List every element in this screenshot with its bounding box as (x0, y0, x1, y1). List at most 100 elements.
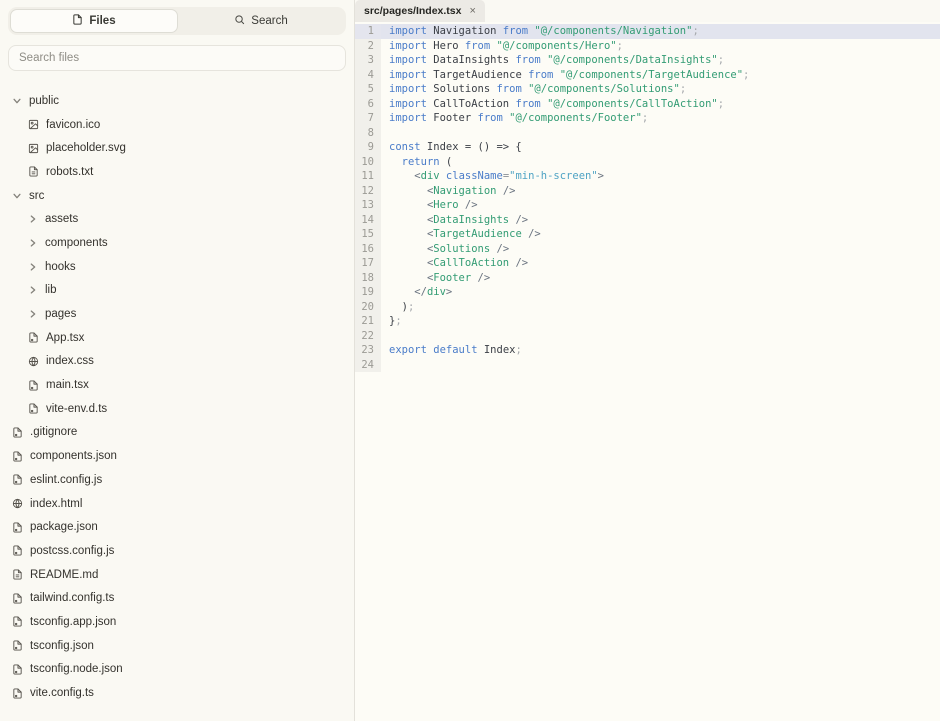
chevron-right-icon (28, 309, 38, 319)
code-line-19[interactable]: 19 </div> (355, 285, 940, 300)
line-number: 7 (355, 111, 381, 126)
code-line-6[interactable]: 6 import CallToAction from "@/components/… (355, 96, 940, 111)
search-files-input[interactable] (8, 45, 346, 71)
tree-item-placeholder-svg[interactable]: placeholder.svg (0, 136, 354, 160)
line-content: ); (389, 300, 415, 313)
line-content: <DataInsights /> (426, 213, 529, 226)
code-line-5[interactable]: 5 import Solutions from "@/components/Sol… (355, 82, 940, 97)
code-line-22[interactable]: 22 (355, 328, 940, 344)
tree-item-label: lib (45, 284, 57, 297)
tree-item-label: assets (45, 213, 79, 226)
app-window: Files Search public favicon.ico placeholde… (0, 0, 940, 721)
code-file-icon (12, 664, 23, 675)
tree-item--gitignore[interactable]: .gitignore (0, 421, 354, 445)
code-line-15[interactable]: 15 <TargetAudience /> (355, 227, 940, 242)
code-line-3[interactable]: 3 import DataInsights from "@/components/… (355, 53, 940, 68)
tree-item-eslint-config-js[interactable]: eslint.config.js (0, 468, 354, 492)
image-icon (28, 119, 39, 130)
code-line-24[interactable]: 24 (355, 357, 940, 372)
tree-item-tsconfig-node-json[interactable]: tsconfig.node.json (0, 658, 354, 682)
line-number: 15 (355, 227, 381, 242)
tree-item-robots-txt[interactable]: robots.txt (0, 160, 354, 184)
line-content: import Solutions from "@/components/Solu… (389, 83, 687, 95)
tree-item-hooks[interactable]: hooks (0, 255, 354, 279)
editor-tabbar: src/pages/Index.tsx × (355, 0, 940, 22)
tree-item-label: main.tsx (46, 379, 89, 392)
line-content: import DataInsights from "@/components/D… (389, 54, 725, 66)
code-line-16[interactable]: 16 <Solutions /> (355, 241, 940, 256)
code-line-2[interactable]: 2 import Hero from "@/components/Hero"; (355, 38, 940, 53)
code-line-7[interactable]: 7 import Footer from "@/components/Footer… (355, 111, 940, 126)
tree-item-label: tailwind.config.ts (30, 592, 115, 605)
tree-item-components[interactable]: components (0, 231, 354, 255)
tree-item-tailwind-config-ts[interactable]: tailwind.config.ts (0, 586, 354, 610)
line-number: 19 (355, 285, 381, 300)
tree-item-vite-env-d-ts[interactable]: vite-env.d.ts (0, 397, 354, 421)
chevron-down-icon (12, 96, 22, 106)
code-line-17[interactable]: 17 <CallToAction /> (355, 256, 940, 271)
code-file-icon (12, 616, 23, 628)
line-number: 21 (355, 314, 381, 329)
tree-item-pages[interactable]: pages (0, 302, 354, 326)
line-content: return ( (401, 155, 453, 168)
tree-item-postcss-config-js[interactable]: postcss.config.js (0, 539, 354, 563)
tree-item-label: robots.txt (46, 165, 94, 178)
code-line-23[interactable]: 23 export default Index; (355, 343, 940, 358)
tree-item-src[interactable]: src (0, 184, 354, 208)
tree-item-assets[interactable]: assets (0, 207, 354, 231)
line-content (381, 126, 389, 141)
code-line-14[interactable]: 14 <DataInsights /> (355, 212, 940, 227)
code-file-icon (12, 593, 23, 604)
tab-search[interactable]: Search (178, 9, 344, 33)
tree-item-favicon-ico[interactable]: favicon.ico (0, 113, 354, 137)
tab-files[interactable]: Files (10, 9, 178, 33)
line-number: 24 (355, 357, 381, 372)
tree-item-package-json[interactable]: package.json (0, 515, 354, 539)
file-tree: public favicon.ico placeholder.svg robots.t… (0, 89, 354, 721)
code-line-9[interactable]: 9 const Index = () => { (355, 140, 940, 155)
tree-item-index-html[interactable]: index.html (0, 492, 354, 516)
line-number: 13 (355, 198, 381, 213)
line-number: 4 (355, 67, 381, 82)
chevron-right-icon (28, 262, 38, 272)
code-line-12[interactable]: 12 <Navigation /> (355, 183, 940, 198)
tree-item-label: tsconfig.node.json (30, 663, 123, 676)
editor-tab-index-tsx[interactable]: src/pages/Index.tsx × (355, 0, 485, 22)
tree-item-label: .gitignore (30, 426, 78, 439)
code-line-18[interactable]: 18 <Footer /> (355, 270, 940, 285)
line-number: 22 (355, 328, 381, 343)
globe-icon (28, 356, 39, 367)
chevron-right-icon (28, 238, 38, 248)
tree-item-label: components (45, 236, 108, 249)
code-line-11[interactable]: 11 <div className="min-h-screen"> (355, 169, 940, 184)
line-content (381, 329, 389, 344)
line-content: import Navigation from "@/components/Nav… (389, 25, 699, 37)
code-line-21[interactable]: 21}; (355, 314, 940, 329)
tree-item-readme-md[interactable]: README.md (0, 563, 354, 587)
line-content: <CallToAction /> (426, 257, 529, 269)
code-line-4[interactable]: 4 import TargetAudience from "@/component… (355, 67, 940, 82)
tree-item-lib[interactable]: lib (0, 279, 354, 303)
tree-item-app-tsx[interactable]: App.tsx (0, 326, 354, 350)
code-line-1[interactable]: 1 import Navigation from "@/components/Na… (355, 24, 940, 39)
line-number: 8 (355, 125, 381, 140)
tree-item-tsconfig-json[interactable]: tsconfig.json (0, 634, 354, 658)
code-line-13[interactable]: 13 <Hero /> (355, 198, 940, 213)
tab-files-label: Files (89, 15, 116, 27)
code-line-10[interactable]: 10 return ( (355, 154, 940, 169)
line-number: 12 (355, 183, 381, 198)
line-number: 20 (355, 299, 381, 314)
tree-item-public[interactable]: public (0, 89, 354, 113)
code-file-icon (12, 640, 23, 651)
tree-item-tsconfig-app-json[interactable]: tsconfig.app.json (0, 610, 354, 634)
tree-item-main-tsx[interactable]: main.tsx (0, 373, 354, 397)
code-line-8[interactable]: 8 (355, 125, 940, 141)
tree-item-label: App.tsx (46, 331, 85, 344)
tree-item-index-css[interactable]: index.css (0, 350, 354, 374)
code-line-20[interactable]: 20 ); (355, 299, 940, 314)
code-file-icon (12, 687, 23, 699)
tree-item-vite-config-ts[interactable]: vite.config.ts (0, 681, 354, 705)
tab-close-icon[interactable]: × (469, 5, 475, 17)
tree-item-components-json[interactable]: components.json (0, 444, 354, 468)
tree-item-label: vite.config.ts (30, 687, 94, 700)
